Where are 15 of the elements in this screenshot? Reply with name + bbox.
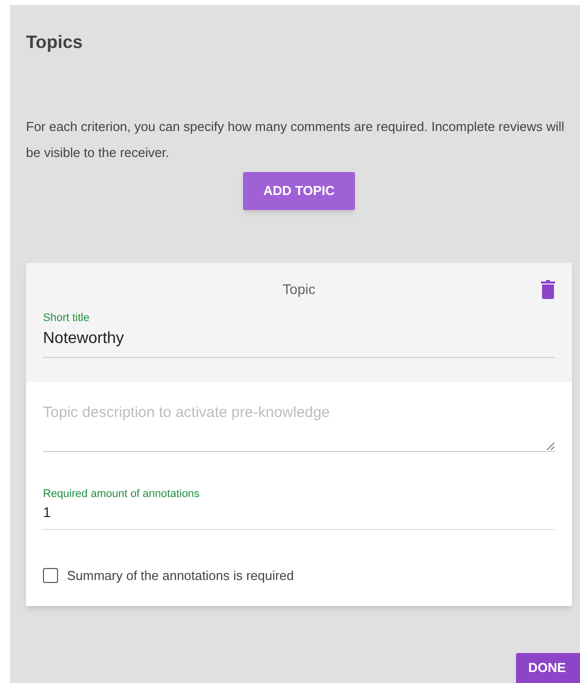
- checkbox-label: Summary of the annotations is required: [67, 567, 294, 585]
- required-amount-field[interactable]: Required amount of annotations 1: [43, 486, 555, 530]
- field-value: Noteworthy: [43, 328, 125, 348]
- field-label: Required amount of annotations: [43, 486, 201, 502]
- description-text: For each criterion, you can specify how many comments are required. Incomplete reviews will be visible to the receiver.: [26, 118, 566, 162]
- topic-heading: Topic: [282, 280, 316, 299]
- add-topic-button[interactable]: ADD TOPIC: [243, 172, 355, 210]
- checkbox[interactable]: [43, 568, 58, 584]
- trash-icon[interactable]: [541, 280, 555, 299]
- short-title-field[interactable]: Short title Noteworthy: [43, 310, 555, 358]
- description-field[interactable]: Topic description to activate pre-knowledge: [43, 402, 555, 452]
- field-value: 1: [43, 503, 52, 522]
- field-label: Short title: [43, 311, 90, 326]
- done-button[interactable]: DONE: [516, 653, 580, 683]
- dialog-title: Topics: [26, 31, 83, 54]
